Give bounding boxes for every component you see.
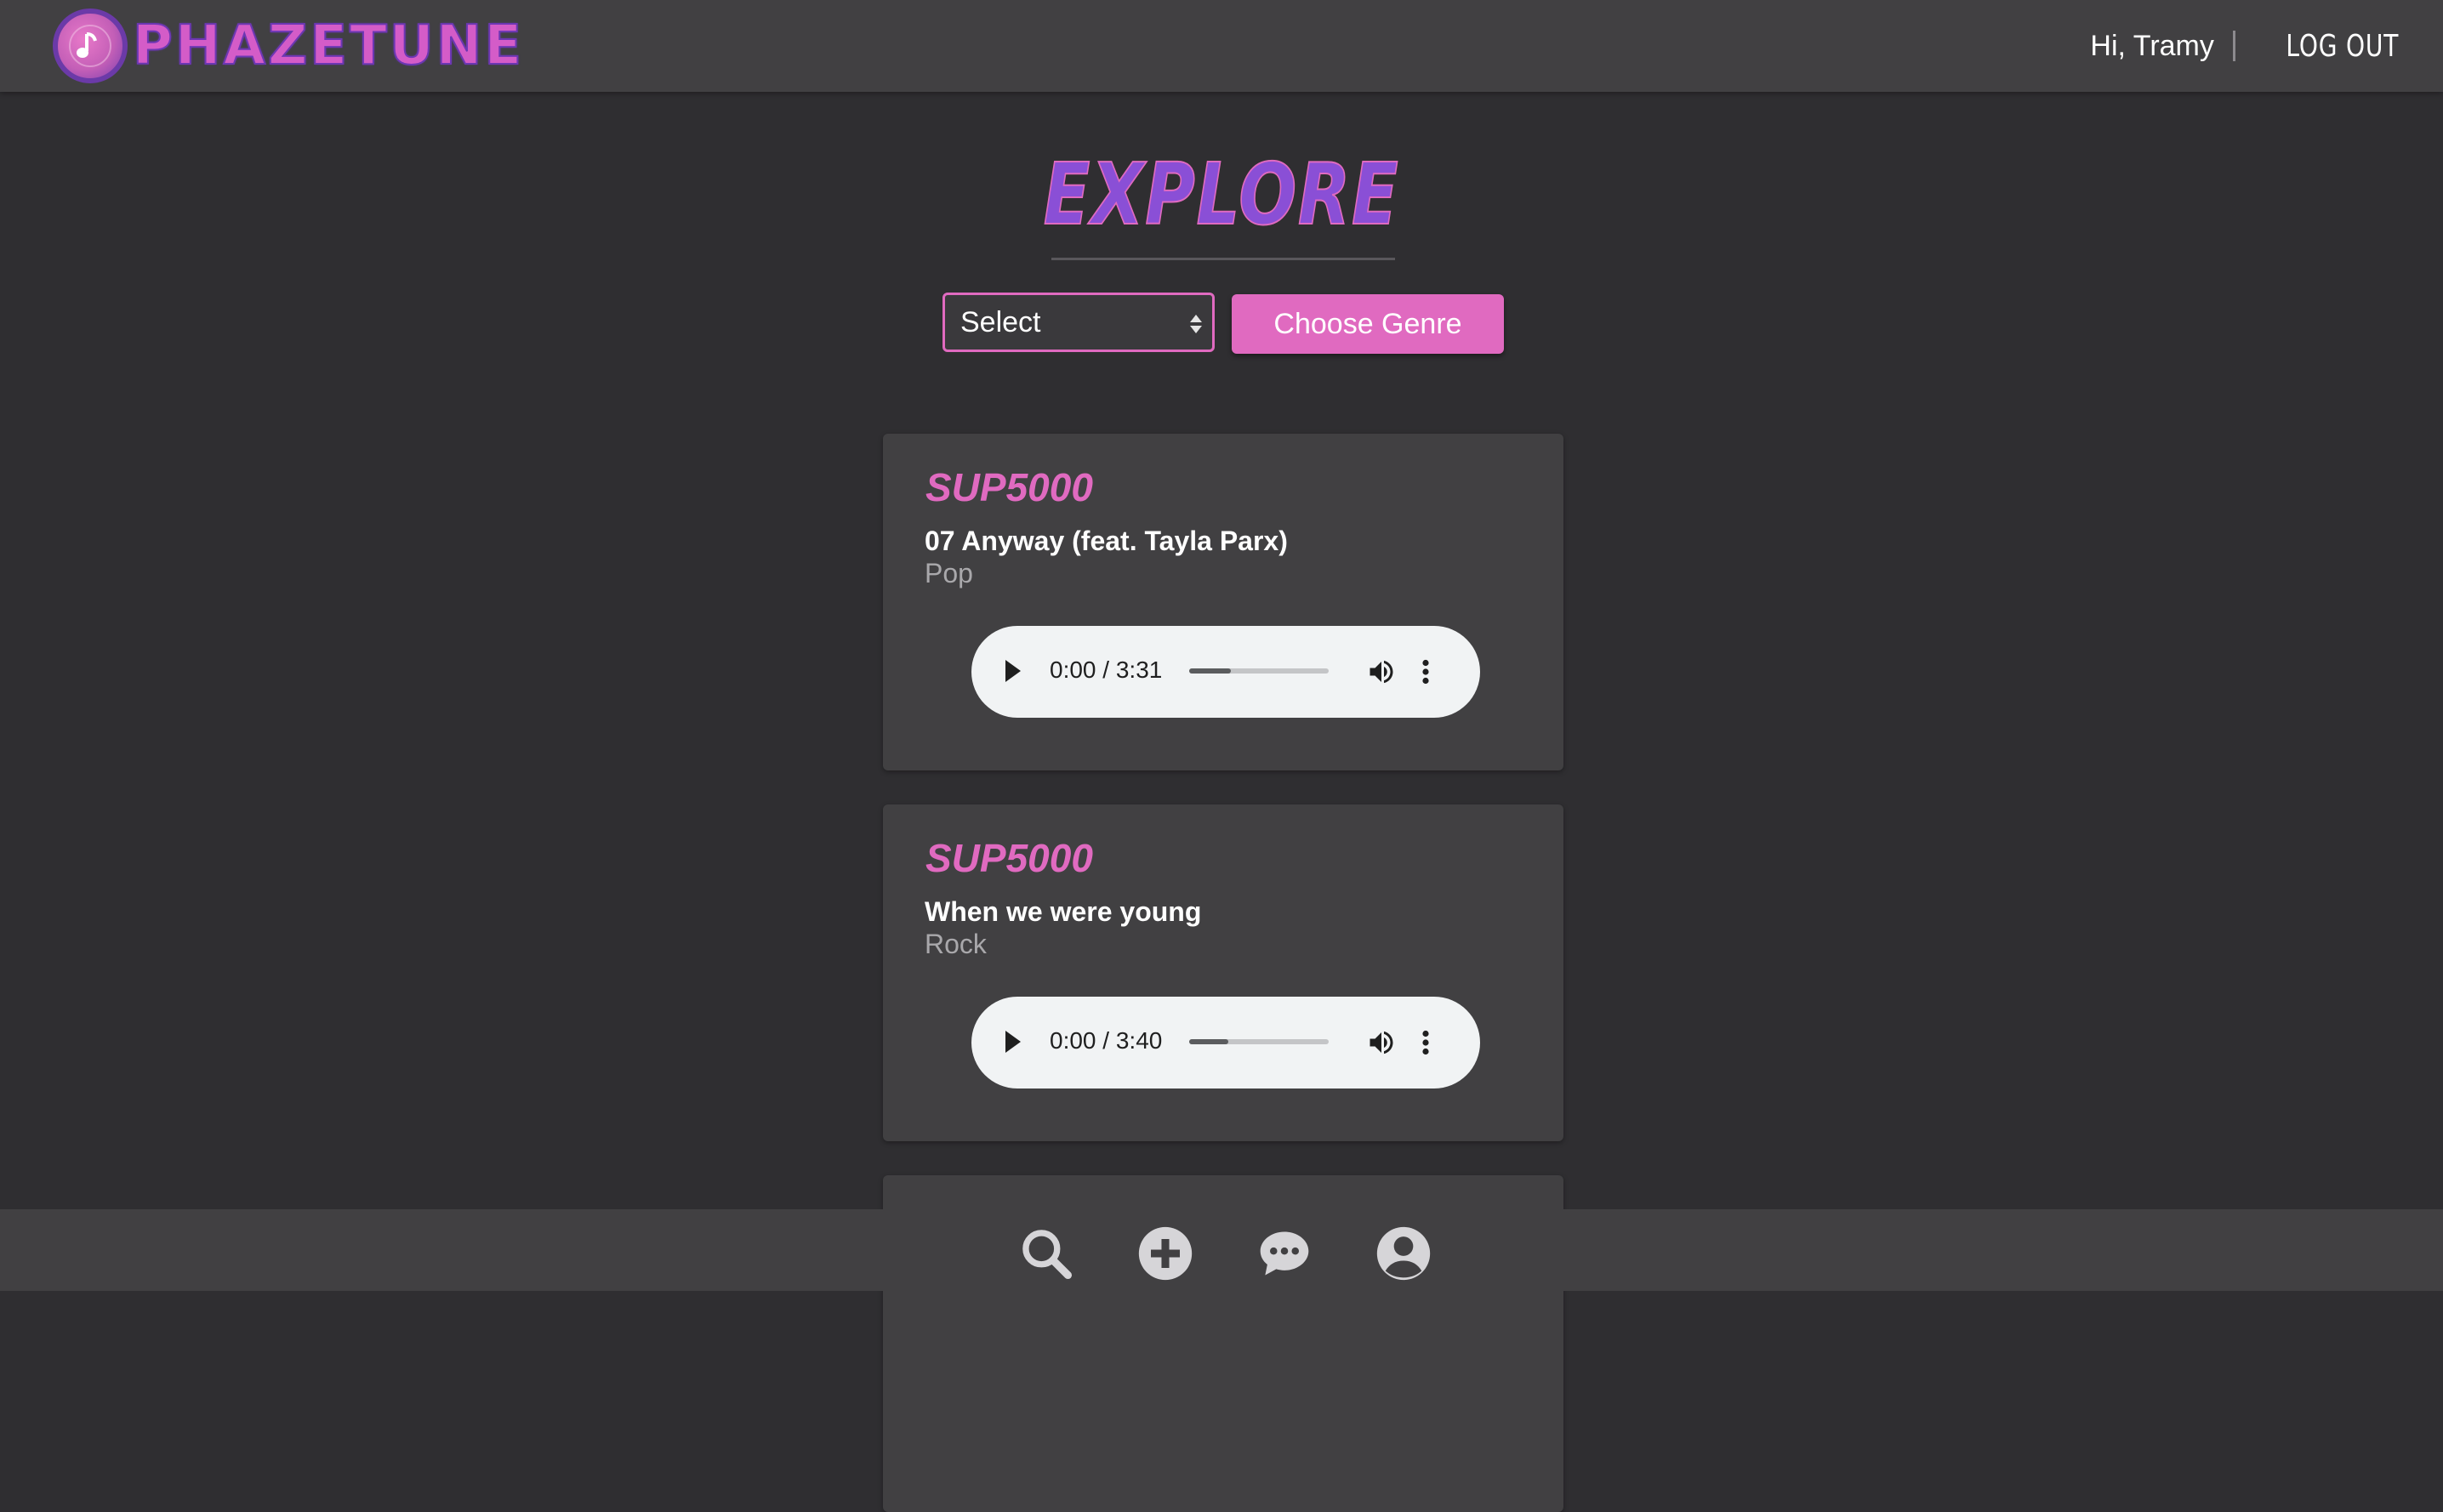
- player-time: 0:00 / 3:31: [1050, 657, 1162, 684]
- title-divider: [1051, 258, 1395, 260]
- duration: 3:31: [1115, 657, 1163, 683]
- progress-fill: [1189, 668, 1232, 674]
- current-time: 0:00: [1050, 1027, 1096, 1054]
- user-area: Hi, Tramy LOG OUT: [2090, 19, 2399, 73]
- user-greeting: Hi, Tramy: [2090, 29, 2214, 62]
- song-uploader[interactable]: SUP5000: [925, 835, 1093, 881]
- duration: 3:40: [1115, 1027, 1163, 1054]
- chat-bubble-icon[interactable]: [1256, 1225, 1313, 1282]
- progress-bar[interactable]: [1189, 1039, 1329, 1044]
- volume-icon[interactable]: [1366, 657, 1397, 687]
- song-card: SUP5000 When we were young Rock 0:00 / 3…: [883, 804, 1563, 1141]
- song-title: When we were young: [925, 896, 1202, 927]
- top-header: PHAZETUNE Hi, Tramy LOG OUT: [0, 0, 2443, 92]
- bottom-navigation: [0, 1209, 2443, 1291]
- logout-button[interactable]: LOG OUT: [2286, 29, 2399, 64]
- player-time: 0:00 / 3:40: [1050, 1027, 1162, 1054]
- audio-player: 0:00 / 3:31: [971, 626, 1480, 718]
- volume-icon[interactable]: [1366, 1027, 1397, 1058]
- choose-genre-button[interactable]: Choose Genre: [1232, 294, 1504, 354]
- app-logo[interactable]: PHAZETUNE: [53, 7, 524, 85]
- song-uploader[interactable]: SUP5000: [925, 464, 1093, 510]
- genre-select[interactable]: Select: [942, 293, 1215, 352]
- play-icon[interactable]: [1005, 1031, 1021, 1053]
- time-separator: /: [1096, 657, 1116, 683]
- play-icon[interactable]: [1005, 660, 1021, 682]
- page-title: EXPLORE: [1043, 144, 1400, 245]
- search-icon[interactable]: [1017, 1225, 1075, 1282]
- more-options-icon[interactable]: [1421, 657, 1431, 687]
- more-options-icon[interactable]: [1421, 1027, 1431, 1058]
- music-note-icon: [53, 9, 128, 83]
- song-card: SUP5000 07 Anyway (feat. Tayla Parx) Pop…: [883, 434, 1563, 770]
- add-circle-icon[interactable]: [1136, 1225, 1194, 1282]
- time-separator: /: [1096, 1027, 1116, 1054]
- song-genre: Rock: [925, 929, 987, 959]
- song-genre: Pop: [925, 558, 973, 588]
- progress-bar[interactable]: [1189, 668, 1329, 674]
- song-title: 07 Anyway (feat. Tayla Parx): [925, 526, 1288, 556]
- genre-select-value: Select: [960, 305, 1041, 338]
- select-arrows-icon: [1188, 307, 1204, 341]
- header-divider: [2232, 31, 2235, 61]
- audio-player: 0:00 / 3:40: [971, 997, 1480, 1089]
- account-circle-icon[interactable]: [1375, 1225, 1432, 1282]
- current-time: 0:00: [1050, 657, 1096, 683]
- progress-fill: [1189, 1039, 1228, 1044]
- app-name: PHAZETUNE: [132, 14, 525, 78]
